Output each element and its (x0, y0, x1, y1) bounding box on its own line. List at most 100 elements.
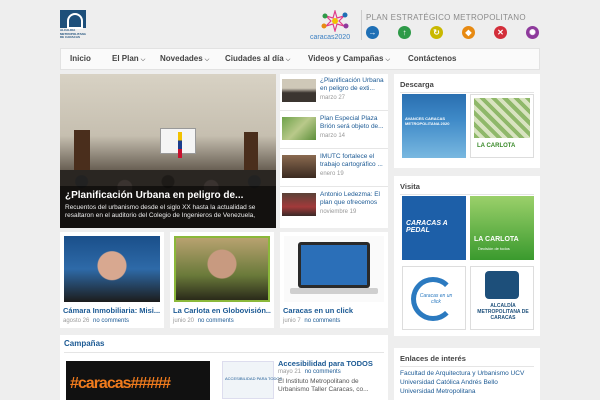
campaign-image-text: #caracas##### (70, 375, 171, 392)
campaign-thumbnail[interactable]: ACCESIBILIDAD PARA TODOS (222, 361, 282, 399)
nav-item-el-plan[interactable]: El Plan ⌵ (112, 49, 145, 69)
site-header: ALCALDÍA METROPOLITANA DE CARACAS caraca… (0, 0, 600, 46)
nav-item-contactenos[interactable]: Contáctenos (408, 49, 456, 69)
list-item[interactable]: Antonio Ledezma: El plan que ofrecemos e… (280, 188, 388, 225)
arrow-up-icon[interactable]: ↑ (398, 26, 411, 39)
gear-icon[interactable]: ✺ (526, 26, 539, 39)
video-thumbnail[interactable] (64, 236, 160, 302)
nav-item-label: Novedades (160, 54, 203, 63)
campaign-meta: mayo 21 no comments (278, 369, 341, 375)
widget-heading: Enlaces de interés (400, 354, 466, 363)
banner-label: CARACAS A PEDAL (406, 220, 448, 234)
cycle-icon[interactable]: ↻ (430, 26, 443, 39)
stars-logo-icon (321, 10, 349, 32)
link-item[interactable]: Facultad de Arquitectura y Urbanismo UCV (400, 370, 524, 377)
video-date: junio 7 (283, 318, 301, 324)
video-title[interactable]: Cámara Inmobiliaria: Misi... (63, 306, 161, 315)
chevron-down-icon: ⌵ (385, 57, 391, 63)
plan-title: PLAN ESTRATÉGICO METROPOLITANO (366, 13, 526, 22)
cross-diamond-icon[interactable]: ✕ (494, 26, 507, 39)
alcaldia-logo[interactable]: ALCALDÍA METROPOLITANA DE CARACAS (60, 10, 88, 40)
divider (400, 366, 534, 367)
chevron-down-icon: ⌵ (140, 57, 146, 63)
featured-excerpt: Recuentos del urbanismo desde el siglo X… (65, 204, 256, 219)
nav-item-videos[interactable]: Videos y Campañas ⌵ (308, 49, 390, 69)
comments-link[interactable]: no comments (198, 318, 234, 324)
divider (64, 352, 384, 353)
video-meta: junio 7 no comments (283, 318, 340, 324)
campaign-image[interactable]: #caracas##### (66, 361, 210, 400)
list-item-title[interactable]: ¿Planificación Urbana en peligro de exti… (320, 77, 386, 93)
comments-link[interactable]: no comments (304, 318, 340, 324)
list-thumbnail (282, 193, 316, 216)
header-divider (361, 10, 362, 40)
video-date: agosto 26 (63, 318, 90, 324)
featured-caption: ¿Planificación Urbana en peligro de... R… (60, 186, 276, 228)
list-item[interactable]: ¿Planificación Urbana en peligro de exti… (280, 74, 388, 111)
list-item-title[interactable]: Plan Especial Plaza Brión será objeto de… (320, 115, 386, 131)
comments-link[interactable]: no comments (305, 369, 341, 375)
banner-label: LA CARLOTA (474, 236, 519, 243)
map-image (474, 98, 530, 138)
video-thumbnail[interactable] (284, 236, 384, 302)
featured-slide[interactable]: ¿Planificación Urbana en peligro de... R… (60, 74, 276, 228)
nav-item-ciudades[interactable]: Ciudades al día ⌵ (225, 49, 290, 69)
comments-link[interactable]: no comments (93, 318, 129, 324)
download-cover-label: AVANCES CARACAS METROPOLITANA 2020 (405, 116, 450, 126)
plan-icon-bar: → ↑ ↻ ◆ ✕ ✺ (366, 26, 546, 40)
list-thumbnail (282, 155, 316, 178)
alcaldia-logo-mark (485, 271, 519, 299)
list-item-title[interactable]: Antonio Ledezma: El plan que ofrecemos e… (320, 191, 386, 207)
nav-item-novedades[interactable]: Novedades ⌵ (160, 49, 209, 69)
list-item[interactable]: Plan Especial Plaza Brión será objeto de… (280, 112, 388, 149)
banner-label: ALCALDÍA METROPOLITANA DE CARACAS (477, 303, 529, 321)
diamond-up-icon[interactable]: ◆ (462, 26, 475, 39)
video-thumbnail[interactable] (174, 236, 270, 302)
alcaldia-logo-mark (60, 10, 86, 29)
campaign-thumbnail-text: ACCESIBILIDAD PARA TODOS (225, 376, 283, 381)
video-card[interactable]: La Carlota en Globovisión... junio 20 no… (170, 232, 274, 328)
alcaldia-logo-text: ALCALDÍA METROPOLITANA DE CARACAS (60, 28, 86, 39)
campaign-excerpt: El Instituto Metropolitano de Urbanismo … (278, 378, 369, 393)
download-cover-label: LA CARLOTA (477, 143, 516, 149)
caracas2020-logo-text: caracas2020 (310, 34, 351, 41)
photo-detail (74, 130, 90, 170)
video-card[interactable]: Cámara Inmobiliaria: Misi... agosto 26 n… (60, 232, 164, 328)
link-item[interactable]: Universidad Metropolitana (400, 388, 476, 395)
arrow-right-icon[interactable]: → (366, 26, 379, 39)
visit-banner-alcaldia[interactable]: ALCALDÍA METROPOLITANA DE CARACAS (470, 266, 534, 330)
widget-heading: Descarga (400, 80, 434, 89)
list-item-title[interactable]: IMUTC fortalece el trabajo cartográfico … (320, 153, 386, 169)
laptop-icon (290, 242, 378, 294)
visit-banner-pedal[interactable]: CARACAS A PEDAL (402, 196, 466, 260)
campaign-title[interactable]: Accesibilidad para TODOS (278, 359, 373, 368)
widget-descarga: Descarga AVANCES CARACAS METROPOLITANA 2… (394, 74, 540, 168)
chevron-down-icon: ⌵ (204, 57, 210, 63)
visit-banner-click[interactable]: Caracas en un click (402, 266, 466, 330)
list-item-date: enero 19 (320, 171, 344, 177)
list-item-date: marzo 14 (320, 133, 346, 139)
video-title[interactable]: La Carlota en Globovisión... (173, 306, 271, 315)
photo-detail (244, 132, 258, 170)
link-item[interactable]: Universidad Católica Andrés Bello (400, 379, 498, 386)
list-item-date: marzo 27 (320, 95, 346, 101)
nav-item-inicio[interactable]: Inicio (70, 49, 91, 69)
widget-visita: Visita CARACAS A PEDAL LA CARLOTA Decisi… (394, 176, 540, 336)
visit-banner-carlota[interactable]: LA CARLOTA Decisión de todos (470, 196, 534, 260)
nav-item-label: Videos y Campañas (308, 54, 384, 63)
video-date: junio 20 (173, 318, 195, 324)
video-card[interactable]: Caracas en un click junio 7 no comments (280, 232, 388, 328)
divider (400, 92, 534, 93)
download-cover[interactable]: LA CARLOTA (470, 94, 534, 158)
video-meta: junio 20 no comments (173, 318, 234, 324)
list-item[interactable]: IMUTC fortalece el trabajo cartográfico … (280, 150, 388, 187)
list-thumbnail (282, 117, 316, 140)
section-heading: Campañas (64, 339, 105, 348)
banner-sublabel: Decisión de todos (478, 246, 510, 251)
featured-title[interactable]: ¿Planificación Urbana en peligro de... (65, 190, 271, 201)
list-thumbnail (282, 79, 316, 102)
download-cover[interactable]: AVANCES CARACAS METROPOLITANA 2020 (402, 94, 466, 158)
caracas2020-logo[interactable]: caracas2020 (310, 10, 360, 44)
campaign-date: mayo 21 (278, 369, 302, 375)
video-title[interactable]: Caracas en un click (283, 306, 381, 315)
